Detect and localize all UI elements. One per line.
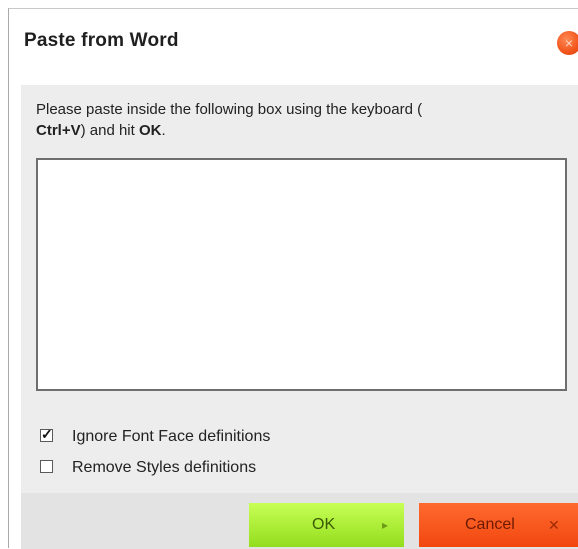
instructions-part-1: Please paste inside the following box us… bbox=[36, 101, 423, 118]
instructions-part-3: . bbox=[161, 122, 166, 139]
instructions-confirm-word: OK bbox=[138, 122, 162, 139]
paste-textarea[interactable] bbox=[36, 158, 567, 391]
x-icon: ✕ bbox=[548, 517, 560, 533]
dialog-titlebar[interactable]: Paste from Word × bbox=[9, 9, 578, 85]
dialog-title: Paste from Word bbox=[24, 30, 179, 51]
close-button[interactable]: × bbox=[557, 31, 578, 55]
ok-button[interactable]: OK ▸ bbox=[249, 503, 404, 547]
cancel-button[interactable]: Cancel ✕ bbox=[419, 503, 578, 547]
dialog-footer: OK ▸ Cancel ✕ bbox=[21, 493, 578, 549]
ignore-font-face-checkbox[interactable]: ✓ bbox=[40, 426, 53, 442]
instructions-part-2: ) and hit bbox=[80, 122, 135, 139]
instructions-text: Please paste inside the following box us… bbox=[36, 99, 536, 141]
remove-styles-label: Remove Styles definitions bbox=[72, 459, 257, 476]
close-icon: × bbox=[564, 35, 574, 51]
ignore-font-face-label: Ignore Font Face definitions bbox=[72, 428, 271, 445]
ok-button-label: OK bbox=[312, 516, 336, 533]
instructions-shortcut: Ctrl+V bbox=[36, 122, 81, 139]
arrow-right-icon: ▸ bbox=[382, 518, 389, 532]
cancel-button-label: Cancel bbox=[465, 516, 515, 533]
checkmark-icon: ✓ bbox=[41, 426, 53, 442]
remove-styles-checkbox[interactable] bbox=[40, 460, 53, 473]
dialog-body: Please paste inside the following box us… bbox=[21, 85, 578, 493]
paste-from-word-dialog: Paste from Word × Please paste inside th… bbox=[8, 8, 578, 549]
